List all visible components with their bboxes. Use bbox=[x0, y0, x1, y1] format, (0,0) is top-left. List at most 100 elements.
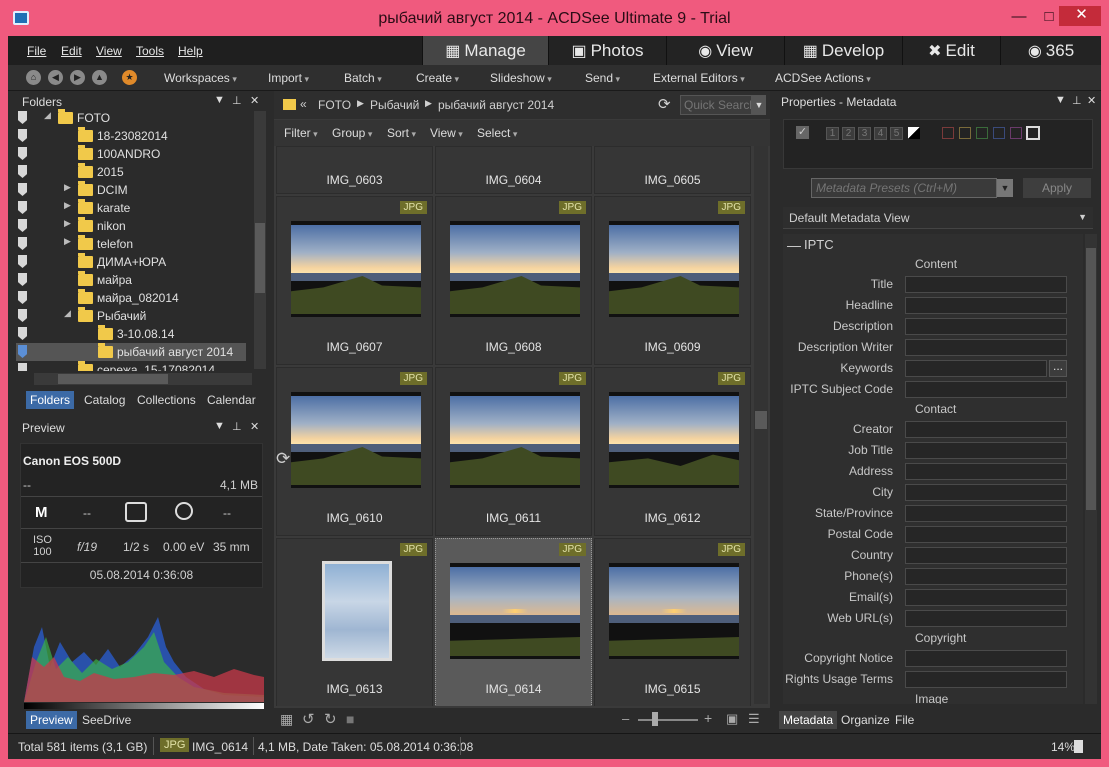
pin-marker-icon[interactable] bbox=[18, 345, 27, 358]
tree-scrollbar[interactable] bbox=[254, 111, 266, 369]
refresh-icon[interactable]: ⟳ bbox=[658, 95, 671, 113]
thumbnail-item[interactable]: JPG IMG_0608 bbox=[435, 196, 592, 365]
pin-marker-icon[interactable] bbox=[18, 309, 27, 322]
color-label-yellow[interactable] bbox=[959, 127, 971, 139]
metadata-field-input[interactable] bbox=[905, 505, 1067, 522]
toolbar-create[interactable]: Create bbox=[416, 71, 459, 85]
tab-metadata[interactable]: Metadata bbox=[779, 711, 838, 729]
panel-menu-icon[interactable]: ▼ bbox=[1055, 94, 1066, 106]
thumbnail-item[interactable]: IMG_0604 bbox=[435, 146, 592, 194]
expand-arrow-icon[interactable]: ▶ bbox=[64, 236, 71, 247]
folder-tree-item[interactable]: рыбачий август 2014 bbox=[16, 343, 246, 361]
metadata-field-input[interactable] bbox=[905, 276, 1067, 293]
tree-hscrollbar[interactable] bbox=[34, 373, 252, 385]
hscroll-thumb[interactable] bbox=[58, 374, 168, 384]
metadata-field-input[interactable] bbox=[905, 381, 1067, 398]
breadcrumb-foto[interactable]: FOTO bbox=[318, 98, 351, 112]
expand-arrow-icon[interactable]: ▶ bbox=[64, 200, 71, 211]
tab-file[interactable]: File bbox=[891, 711, 918, 729]
pin-marker-icon[interactable] bbox=[18, 363, 27, 371]
stop-icon[interactable]: ■ bbox=[346, 711, 354, 727]
grid-scrollbar[interactable] bbox=[754, 146, 768, 704]
back-breadcrumb-button[interactable]: « bbox=[300, 97, 307, 111]
pin-marker-icon[interactable] bbox=[18, 201, 27, 214]
pin-marker-icon[interactable] bbox=[18, 255, 27, 268]
scroll-thumb[interactable] bbox=[1086, 248, 1096, 510]
presets-dropdown-icon[interactable]: ▼ bbox=[997, 179, 1013, 197]
metadata-field-input[interactable] bbox=[905, 442, 1067, 459]
rating-3-button[interactable]: 3 bbox=[858, 127, 871, 140]
folder-tree-item[interactable]: 3-10.08.14 bbox=[16, 325, 246, 343]
folder-tree-item[interactable]: 100ANDRO bbox=[16, 145, 246, 163]
metadata-field-input[interactable] bbox=[905, 463, 1067, 480]
expand-arrow-icon[interactable]: ◢ bbox=[44, 110, 51, 121]
rotate-left-icon[interactable]: ↺ bbox=[302, 710, 315, 728]
expand-arrow-icon[interactable]: ▶ bbox=[64, 182, 71, 193]
thumbnail-item[interactable]: JPG IMG_0609 bbox=[594, 196, 751, 365]
panel-menu-icon[interactable]: ▼ bbox=[214, 94, 225, 106]
pin-icon[interactable]: ⊥ bbox=[1072, 94, 1082, 107]
properties-scrollbar[interactable] bbox=[1085, 234, 1097, 704]
mode-manage[interactable]: ▦ Manage bbox=[422, 36, 548, 65]
close-icon[interactable]: ✕ bbox=[250, 94, 259, 107]
toolbar-send[interactable]: Send bbox=[585, 71, 620, 85]
metadata-field-input[interactable] bbox=[905, 339, 1067, 356]
close-icon[interactable]: ✕ bbox=[1087, 94, 1096, 107]
folder-tree-item[interactable]: ◢ Рыбачий bbox=[16, 307, 246, 325]
mode-photos[interactable]: ▣ Photos bbox=[548, 36, 666, 65]
minimize-button[interactable]: — bbox=[1005, 8, 1033, 28]
close-icon[interactable]: ✕ bbox=[250, 420, 259, 433]
metadata-presets-input[interactable] bbox=[811, 178, 997, 198]
mode-develop[interactable]: ▦ Develop bbox=[784, 36, 902, 65]
forward-icon[interactable]: ▶ bbox=[70, 70, 85, 85]
up-icon[interactable]: ▲ bbox=[92, 70, 107, 85]
sort-menu[interactable]: Sort bbox=[387, 126, 416, 140]
menu-file[interactable]: File bbox=[27, 44, 46, 58]
metadata-field-input[interactable] bbox=[905, 589, 1067, 606]
zoom-in-icon[interactable]: + bbox=[704, 710, 712, 726]
folder-tree-item[interactable]: 2015 bbox=[16, 163, 246, 181]
quick-search-input[interactable] bbox=[680, 95, 752, 115]
color-label-blue[interactable] bbox=[993, 127, 1005, 139]
pin-marker-icon[interactable] bbox=[18, 291, 27, 304]
thumbnail-item[interactable]: JPG IMG_0615 bbox=[594, 538, 751, 706]
panel-menu-icon[interactable]: ▼ bbox=[214, 420, 225, 432]
zoom-slider-handle[interactable] bbox=[652, 712, 658, 726]
group-menu[interactable]: Group bbox=[332, 126, 372, 140]
rotate-right-icon[interactable]: ↻ bbox=[324, 710, 337, 728]
close-button[interactable]: ✕ bbox=[1059, 6, 1101, 26]
pin-marker-icon[interactable] bbox=[18, 183, 27, 196]
view-menu[interactable]: View bbox=[430, 126, 463, 140]
folder-tree-item[interactable]: ▶ telefon bbox=[16, 235, 246, 253]
folder-tree-item[interactable]: ◢ FOTO bbox=[16, 109, 246, 127]
breadcrumb-rybachiy[interactable]: Рыбачий bbox=[370, 98, 419, 112]
toolbar-import[interactable]: Import bbox=[268, 71, 309, 85]
metadata-field-input[interactable] bbox=[905, 547, 1067, 564]
tab-seedrive[interactable]: SeeDrive bbox=[78, 711, 135, 729]
toolbar-batch[interactable]: Batch bbox=[344, 71, 382, 85]
tab-preview[interactable]: Preview bbox=[26, 711, 77, 729]
pin-icon[interactable]: ⊥ bbox=[232, 420, 242, 433]
mode-view[interactable]: ◉ View bbox=[666, 36, 784, 65]
thumbnail-view-icon[interactable]: ▣ bbox=[726, 711, 738, 727]
zoom-slider[interactable] bbox=[638, 719, 698, 721]
metadata-field-input[interactable] bbox=[905, 650, 1067, 667]
folder-tree-item[interactable]: майра_082014 bbox=[16, 289, 246, 307]
folder-tree-item[interactable]: 18-23082014 bbox=[16, 127, 246, 145]
search-dropdown-icon[interactable]: ▼ bbox=[752, 95, 766, 115]
thumbnail-item[interactable]: JPG IMG_0611 bbox=[435, 367, 592, 536]
tab-calendar[interactable]: Calendar bbox=[203, 391, 260, 409]
filter-menu[interactable]: Filter bbox=[284, 126, 318, 140]
tab-catalog[interactable]: Catalog bbox=[80, 391, 129, 409]
color-label-green[interactable] bbox=[976, 127, 988, 139]
zoom-out-icon[interactable]: – bbox=[622, 711, 629, 726]
folder-tree-item[interactable]: сережа_15-17082014 bbox=[16, 361, 246, 371]
thumbnail-item[interactable]: IMG_0605 bbox=[594, 146, 751, 194]
metadata-field-input[interactable] bbox=[905, 671, 1067, 688]
details-view-icon[interactable]: ☰ bbox=[748, 711, 760, 727]
tag-checkbox[interactable]: ✓ bbox=[796, 126, 809, 139]
expand-arrow-icon[interactable]: ◢ bbox=[64, 308, 71, 319]
metadata-field-input[interactable] bbox=[905, 360, 1047, 377]
metadata-field-input[interactable] bbox=[905, 421, 1067, 438]
folder-tree-item[interactable]: ▶ nikon bbox=[16, 217, 246, 235]
